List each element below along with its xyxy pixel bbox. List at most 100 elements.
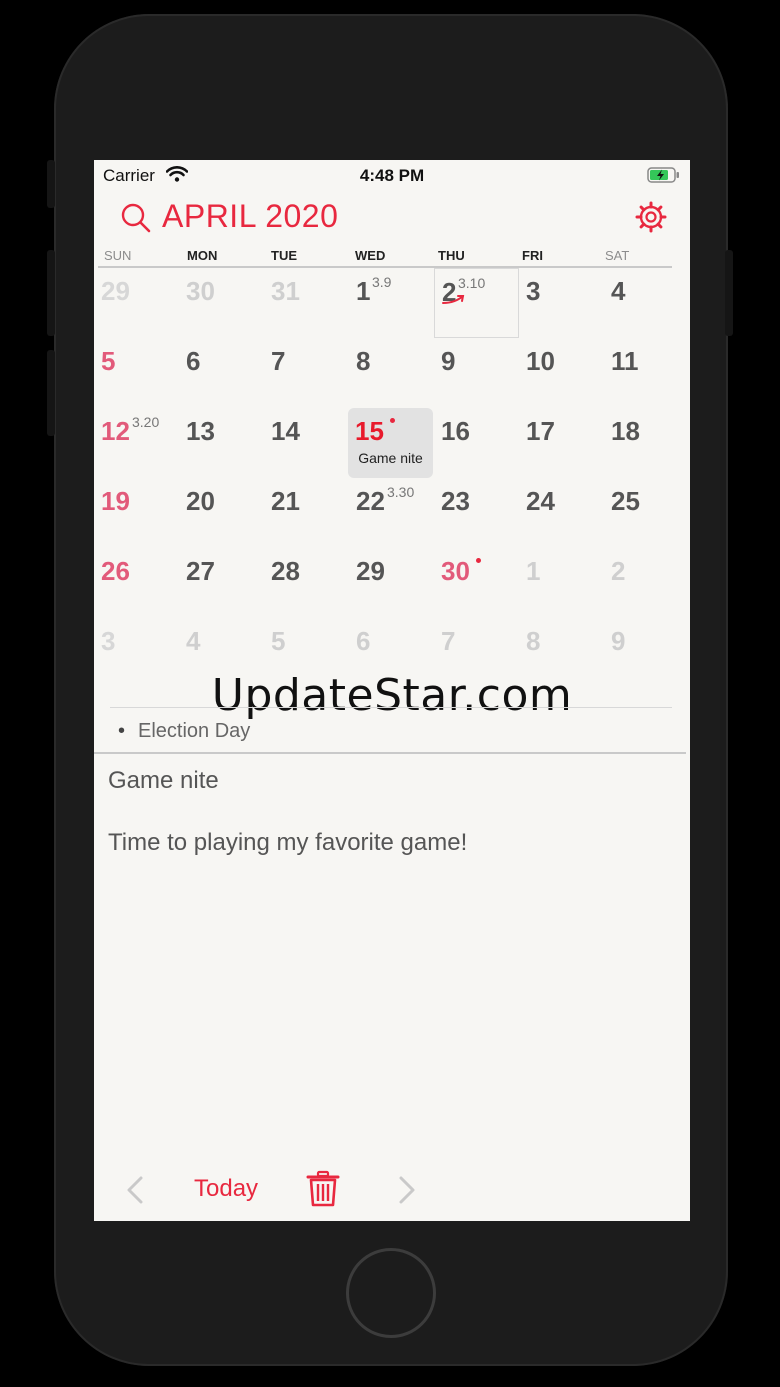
day-cell[interactable]: 31: [264, 268, 349, 338]
today-button[interactable]: Today: [194, 1175, 258, 1203]
day-number: 29: [101, 276, 130, 306]
day-cell[interactable]: 3: [519, 268, 604, 338]
day-number: 22: [356, 486, 385, 516]
today-swoosh-icon: [441, 293, 469, 312]
weekday-tue: TUE: [271, 248, 297, 263]
lunar-date: 3.20: [132, 414, 160, 430]
day-number: 13: [186, 416, 215, 446]
day-number: 7: [271, 346, 286, 376]
day-number: 21: [271, 486, 300, 516]
day-number: 4: [611, 276, 626, 306]
day-cell[interactable]: 19: [94, 478, 179, 548]
day-number: 12: [101, 416, 130, 446]
lunar-date: 3.10: [458, 275, 486, 291]
day-number: 17: [526, 416, 555, 446]
day-number: 29: [356, 556, 385, 586]
day-number: 11: [611, 346, 639, 376]
day-cell[interactable]: 29: [94, 268, 179, 338]
day-cell[interactable]: 2: [604, 548, 689, 618]
day-cell[interactable]: 9: [434, 338, 519, 408]
day-cell[interactable]: 27: [179, 548, 264, 618]
day-cell[interactable]: 22 3.30: [349, 478, 434, 548]
day-number: 9: [611, 626, 626, 656]
weekday-fri: FRI: [522, 248, 543, 263]
silent-switch: [47, 160, 55, 208]
prev-month-button[interactable]: [124, 1174, 146, 1211]
lunar-date: 3.9: [372, 274, 392, 290]
day-number: 8: [356, 346, 371, 376]
event-dot: [476, 558, 481, 563]
day-number: 1: [526, 556, 541, 586]
day-number: 1: [356, 276, 371, 306]
weekday-mon: MON: [187, 248, 218, 263]
event-dot: [390, 418, 395, 423]
day-cell[interactable]: 8: [349, 338, 434, 408]
day-number: 25: [611, 486, 640, 516]
holiday-event[interactable]: Election Day: [138, 720, 250, 743]
day-number: 27: [186, 556, 215, 586]
day-cell[interactable]: 23: [434, 478, 519, 548]
weekday-sun: SUN: [104, 248, 132, 263]
day-number: 6: [356, 626, 371, 656]
day-cell[interactable]: 1: [519, 548, 604, 618]
day-cell[interactable]: 21: [264, 478, 349, 548]
day-number: 23: [441, 486, 470, 516]
day-cell[interactable]: 25: [604, 478, 689, 548]
event-bullet: •: [118, 720, 126, 742]
day-cell[interactable]: 11: [604, 338, 689, 408]
calendar-header: APRIL 2020: [94, 190, 690, 244]
day-number: 26: [101, 556, 130, 586]
weekday-sat: SAT: [605, 248, 630, 263]
weekday-wed: WED: [355, 248, 386, 263]
day-cell[interactable]: 6: [179, 338, 264, 408]
day-cell[interactable]: 26: [94, 548, 179, 618]
day-cell[interactable]: 4: [604, 268, 689, 338]
day-cell[interactable]: 28: [264, 548, 349, 618]
status-time: 4:48 PM: [359, 166, 425, 185]
day-cell[interactable]: 15 Game nite: [348, 408, 433, 478]
day-cell[interactable]: 2 3.10: [434, 268, 519, 338]
day-cell[interactable]: 30: [434, 548, 519, 618]
gear-icon[interactable]: [635, 201, 667, 238]
day-number: 6: [186, 346, 201, 376]
day-cell[interactable]: 12 3.20: [94, 408, 179, 478]
day-number: 28: [271, 556, 300, 586]
event-list-divider: [110, 707, 672, 708]
watermark: UpdateStar.com: [211, 670, 573, 721]
day-number: 7: [441, 626, 456, 656]
day-cell[interactable]: 10: [519, 338, 604, 408]
day-number: 31: [271, 276, 300, 306]
next-month-button[interactable]: [396, 1174, 418, 1211]
trash-icon[interactable]: [306, 1170, 340, 1213]
day-cell[interactable]: 13: [179, 408, 264, 478]
day-number: 15: [355, 416, 384, 446]
day-cell[interactable]: 18: [604, 408, 689, 478]
day-cell[interactable]: 7: [264, 338, 349, 408]
day-cell[interactable]: 20: [179, 478, 264, 548]
day-cell[interactable]: 30: [179, 268, 264, 338]
day-cell[interactable]: 5: [94, 338, 179, 408]
day-cell[interactable]: 14: [264, 408, 349, 478]
day-number: 3: [526, 276, 541, 306]
search-icon[interactable]: [120, 202, 152, 239]
day-cell[interactable]: 16: [434, 408, 519, 478]
day-number: 30: [441, 556, 470, 586]
day-number: 19: [101, 486, 130, 516]
day-cell[interactable]: 1 3.9: [349, 268, 434, 338]
weekday-thu: THU: [438, 248, 465, 263]
month-grid: 29 30 31 1 3.9 2 3.10 3 4 5 6 7 8 9 10 11 12 3.20 13 14 15 Ga…: [94, 268, 690, 688]
day-cell[interactable]: 24: [519, 478, 604, 548]
day-cell[interactable]: 17: [519, 408, 604, 478]
note-body[interactable]: Time to playing my favorite game!: [108, 829, 467, 857]
day-number: 5: [271, 626, 286, 656]
day-cell[interactable]: 29: [349, 548, 434, 618]
home-button[interactable]: [346, 1248, 436, 1338]
day-number: 18: [611, 416, 640, 446]
day-number: 8: [526, 626, 541, 656]
day-number: 9: [441, 346, 456, 376]
weekday-row: SUN MON TUE WED THU FRI SAT: [94, 246, 690, 268]
day-number: 5: [101, 346, 116, 376]
day-number: 4: [186, 626, 201, 656]
note-title[interactable]: Game nite: [108, 767, 219, 795]
month-title[interactable]: APRIL 2020: [162, 198, 338, 235]
